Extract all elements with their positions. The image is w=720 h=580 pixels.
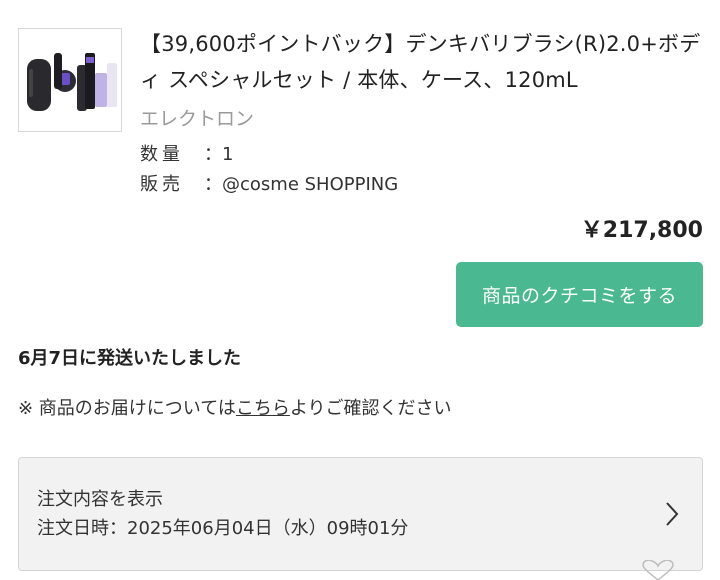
quantity-row: 数量 ：1	[140, 140, 233, 166]
order-date: 注文日時：2025年06月04日（水）09時01分	[37, 518, 409, 539]
delivery-note-prefix: ※ 商品のお届けについては	[18, 398, 236, 419]
quantity-value: ：1	[204, 144, 234, 165]
order-details-panel[interactable]: 注文内容を表示 注文日時：2025年06月04日（水）09時01分	[18, 457, 703, 571]
seller-value: ：@cosme SHOPPING	[204, 174, 399, 195]
seller-row: 販売 ：@cosme SHOPPING	[140, 170, 398, 196]
price: ￥217,800	[580, 218, 703, 243]
delivery-note: ※ 商品のお届けについてはこちらよりご確認ください	[18, 394, 452, 420]
delivery-note-suffix: よりご確認ください	[289, 398, 452, 419]
seller-label: 販売	[140, 174, 184, 195]
delivery-info-link[interactable]: こちら	[236, 398, 290, 419]
product-thumbnail[interactable]	[18, 28, 122, 132]
write-review-button[interactable]: 商品のクチコミをする	[456, 262, 703, 327]
view-order-label: 注文内容を表示	[37, 489, 163, 510]
quantity-label: 数量	[140, 144, 184, 165]
heart-outline-icon[interactable]	[640, 560, 676, 580]
brand-name[interactable]: エレクトロン	[140, 104, 254, 131]
shipping-status: 6月7日に発送いたしました	[18, 348, 242, 369]
product-set-icon	[27, 53, 117, 111]
product-title[interactable]: 【39,600ポイントバック】デンキバリブラシ(R)2.0+ボディ スペシャルセ…	[140, 26, 710, 98]
chevron-right-icon	[666, 502, 679, 526]
